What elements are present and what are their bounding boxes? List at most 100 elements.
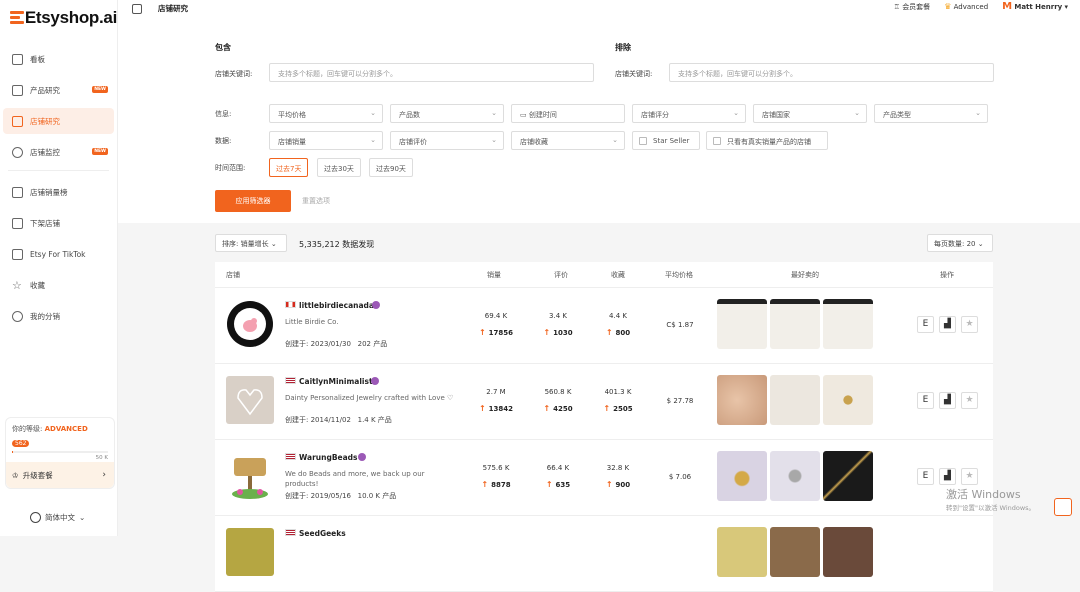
verified-icon [371, 377, 379, 385]
upgrade-button[interactable]: ♔ 升级套餐 › [6, 462, 114, 488]
avatar: M [1002, 1, 1013, 12]
shop-meta: 创建于: 2023/01/30 202 产品 [285, 340, 388, 348]
shop-name[interactable]: CaitlynMinimalist [299, 377, 373, 386]
col-favorites[interactable]: 收藏 [611, 270, 625, 280]
chart-icon[interactable]: ▟ [939, 392, 956, 409]
apply-filters-button[interactable]: 应用筛选器 [215, 190, 291, 212]
feedback-icon[interactable] [1054, 498, 1072, 516]
sidebar-item-shop-ranking[interactable]: 店铺销量榜 [3, 179, 114, 205]
col-reviews[interactable]: 评价 [554, 270, 568, 280]
product-thumbnail[interactable] [823, 375, 873, 425]
avg-price: $ 7.06 [668, 473, 692, 481]
sort-select[interactable]: 排序: 销量增长 ⌄ [215, 234, 287, 252]
shop-reviews-select[interactable]: 店铺评价 ⌄ [390, 131, 504, 150]
avg-price-select[interactable]: 平均价格 ⌄ [269, 104, 383, 123]
level-progress-bar [12, 451, 108, 453]
shop-rating-select[interactable]: 店铺评分 ⌄ [632, 104, 746, 123]
exclude-keyword-input[interactable]: 支持多个标题，回车键可以分割多个。 [669, 63, 994, 82]
membership-link[interactable]: ♖ 会员套餐 [894, 2, 931, 12]
sidebar-item-favorites[interactable]: ☆ 收藏 [3, 272, 114, 298]
product-count-select[interactable]: 产品数 ⌄ [390, 104, 504, 123]
product-thumbnail[interactable] [717, 375, 767, 425]
language-selector[interactable]: 简体中文 ⌄ [30, 512, 85, 523]
collapse-sidebar-icon[interactable] [132, 3, 142, 14]
include-keyword-input[interactable]: 支持多个标题，回车键可以分割多个。 [269, 63, 594, 82]
product-thumbnail[interactable] [823, 527, 873, 577]
user-menu[interactable]: M Matt Henrry ▾ [1002, 1, 1068, 12]
shop-name[interactable]: WarungBeads [299, 453, 358, 462]
shop-logo [226, 452, 274, 500]
shop-table: 店铺 销量 评价 收藏 平均价格 最好卖的 操作 littlebirdiecan… [215, 262, 993, 592]
favorite-star-icon[interactable]: ★ [961, 316, 978, 333]
time-90d-button[interactable]: 过去90天 [369, 158, 413, 177]
chart-icon[interactable]: ▟ [939, 468, 956, 485]
globe-icon [30, 512, 41, 523]
etsy-link-icon[interactable]: E [917, 316, 934, 333]
real-sales-checkbox[interactable]: 只看有真实销量产品的店铺 [706, 131, 828, 150]
table-row[interactable]: CaitlynMinimalist Dainty Personalized Je… [215, 364, 993, 440]
product-thumbnail[interactable] [717, 527, 767, 577]
sidebar-item-shop-research[interactable]: 店铺研究 [3, 108, 114, 134]
sidebar-item-tiktok[interactable]: Etsy For TikTok [3, 241, 114, 267]
per-page-select[interactable]: 每页数量: 20 ⌄ [927, 234, 993, 252]
sidebar-item-label: Etsy For TikTok [30, 249, 86, 259]
col-shop: 店铺 [226, 271, 240, 279]
calendar-icon: ▭ [520, 111, 529, 119]
col-actions: 操作 [940, 271, 954, 279]
product-thumbnail[interactable] [770, 451, 820, 501]
sidebar-item-shop-monitor[interactable]: 店铺监控 NEW [3, 139, 114, 165]
created-date-select[interactable]: ▭ 创建时间 [511, 104, 625, 123]
etsy-link-icon[interactable]: E [917, 392, 934, 409]
product-thumbnail[interactable] [770, 375, 820, 425]
sidebar-item-label: 店铺监控 [30, 147, 60, 157]
product-thumbnail[interactable] [823, 299, 873, 349]
page-title: 店铺研究 [158, 4, 188, 13]
shop-sales-select[interactable]: 店铺销量 ⌄ [269, 131, 383, 150]
product-thumbnail[interactable] [717, 299, 767, 349]
tiktok-icon [12, 248, 23, 260]
sidebar-item-affiliate[interactable]: 我的分销 [3, 303, 114, 329]
shop-name[interactable]: SeedGeeks [299, 529, 346, 538]
dollar-icon [12, 310, 23, 322]
table-row[interactable]: WarungBeads We do Beads and more, we bac… [215, 440, 993, 516]
product-type-select[interactable]: 产品类型 ⌄ [874, 104, 988, 123]
chevron-down-icon: ⌄ [854, 109, 860, 117]
sidebar-item-label: 我的分销 [30, 311, 60, 321]
reset-filters-button[interactable]: 重置选项 [302, 196, 330, 206]
star-seller-checkbox[interactable]: Star Seller [632, 131, 700, 150]
flag-icon [285, 529, 296, 536]
product-thumbnail[interactable] [770, 527, 820, 577]
sidebar-item-dashboard[interactable]: 看板 [3, 46, 114, 72]
col-avg-price[interactable]: 平均价格 [665, 270, 693, 280]
table-row[interactable]: SeedGeeks [215, 516, 993, 592]
favorite-star-icon[interactable]: ★ [961, 468, 978, 485]
chart-icon[interactable]: ▟ [939, 316, 956, 333]
sales-stat: 2.7 M ↑ 13842 [478, 388, 514, 413]
etsy-link-icon[interactable]: E [917, 468, 934, 485]
favorites-stat: 401.3 K ↑ 2505 [603, 388, 633, 413]
shop-name[interactable]: littlebirdiecanada [299, 301, 374, 310]
chevron-down-icon: ⌄ [270, 240, 277, 248]
sidebar-item-closed-shops[interactable]: 下架店铺 [3, 210, 114, 236]
plan-badge[interactable]: ♛ Advanced [944, 2, 988, 11]
product-thumbnail[interactable] [717, 451, 767, 501]
product-thumbnail[interactable] [823, 451, 873, 501]
exclude-heading: 排除 [615, 43, 631, 52]
table-row[interactable]: littlebirdiecanada Little Birdie Co. 创建于… [215, 288, 993, 364]
shop-country-select[interactable]: 店铺国家 ⌄ [753, 104, 867, 123]
logo[interactable]: Etsyshop.ai [0, 0, 117, 36]
col-sales[interactable]: 销量 [487, 270, 501, 280]
shop-logo [226, 376, 274, 424]
chevron-down-icon: ⌄ [975, 109, 981, 117]
shop-description: We do Beads and more, we back up our pro… [285, 470, 425, 488]
chevron-right-icon: › [102, 470, 106, 480]
sidebar-item-product-research[interactable]: 产品研究 NEW [3, 77, 114, 103]
favorite-star-icon[interactable]: ★ [961, 392, 978, 409]
caret-down-icon: ▾ [1064, 3, 1068, 11]
crown-icon: ♛ [944, 2, 952, 11]
time-7d-button[interactable]: 过去7天 [269, 158, 309, 177]
time-30d-button[interactable]: 过去30天 [317, 158, 361, 177]
shop-favorites-select[interactable]: 店铺收藏 ⌄ [511, 131, 625, 150]
favorites-stat: 32.8 K ↑ 900 [605, 464, 631, 489]
product-thumbnail[interactable] [770, 299, 820, 349]
